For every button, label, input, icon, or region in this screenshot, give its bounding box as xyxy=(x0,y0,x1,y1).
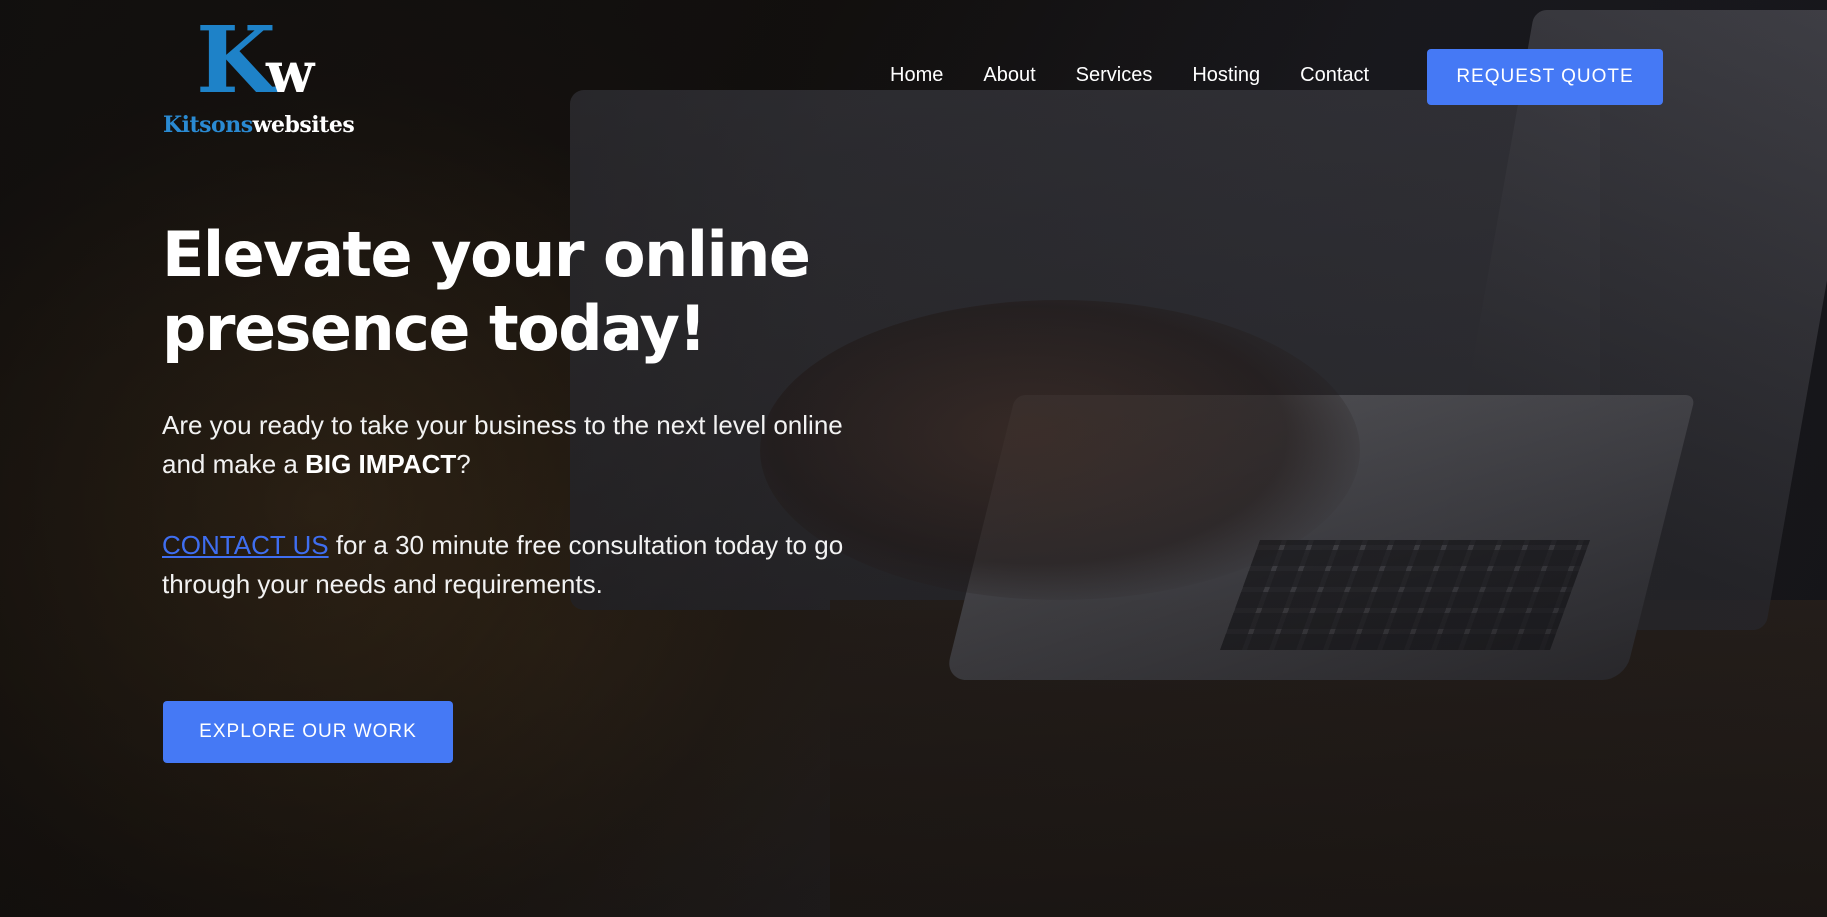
background-laptop-base xyxy=(944,395,1696,680)
logo-letter-k: K xyxy=(196,6,276,114)
nav-item-about[interactable]: About xyxy=(983,64,1035,87)
intro-text: Are you ready to take your business to t… xyxy=(162,410,843,479)
background-keyboard xyxy=(1219,540,1591,650)
intro-emphasis: BIG IMPACT xyxy=(305,449,457,479)
nav-item-services[interactable]: Services xyxy=(1076,64,1153,87)
logo-letter-w: w xyxy=(265,40,315,106)
hero-section: Kw Kitsonswebsites Home About Services H… xyxy=(0,0,1827,917)
explore-work-button[interactable]: EXPLORE OUR WORK xyxy=(163,701,453,763)
hero-consultation-paragraph: CONTACT US for a 30 minute free consulta… xyxy=(162,526,862,604)
nav-item-hosting[interactable]: Hosting xyxy=(1192,64,1260,87)
logo-wordmark-part1: Kitsons xyxy=(163,112,253,138)
intro-end: ? xyxy=(456,449,471,479)
logo-monogram: Kw xyxy=(196,14,314,106)
background-desk xyxy=(830,600,1827,917)
hero-title-line1: Elevate your online xyxy=(162,218,811,291)
nav-item-contact[interactable]: Contact xyxy=(1300,64,1369,87)
logo-wordmark-part2: websites xyxy=(252,112,355,138)
logo-wordmark: Kitsonswebsites xyxy=(163,112,355,138)
site-logo[interactable]: Kw Kitsonswebsites xyxy=(163,14,355,144)
request-quote-button[interactable]: REQUEST QUOTE xyxy=(1427,49,1663,105)
contact-us-link[interactable]: CONTACT US xyxy=(162,530,329,560)
hero-title: Elevate your online presence today! xyxy=(162,218,882,366)
hero-intro-paragraph: Are you ready to take your business to t… xyxy=(162,406,862,484)
hero-title-line2: presence today! xyxy=(162,292,707,365)
nav-item-home[interactable]: Home xyxy=(890,64,943,87)
main-nav: Home About Services Hosting Contact xyxy=(890,64,1409,87)
